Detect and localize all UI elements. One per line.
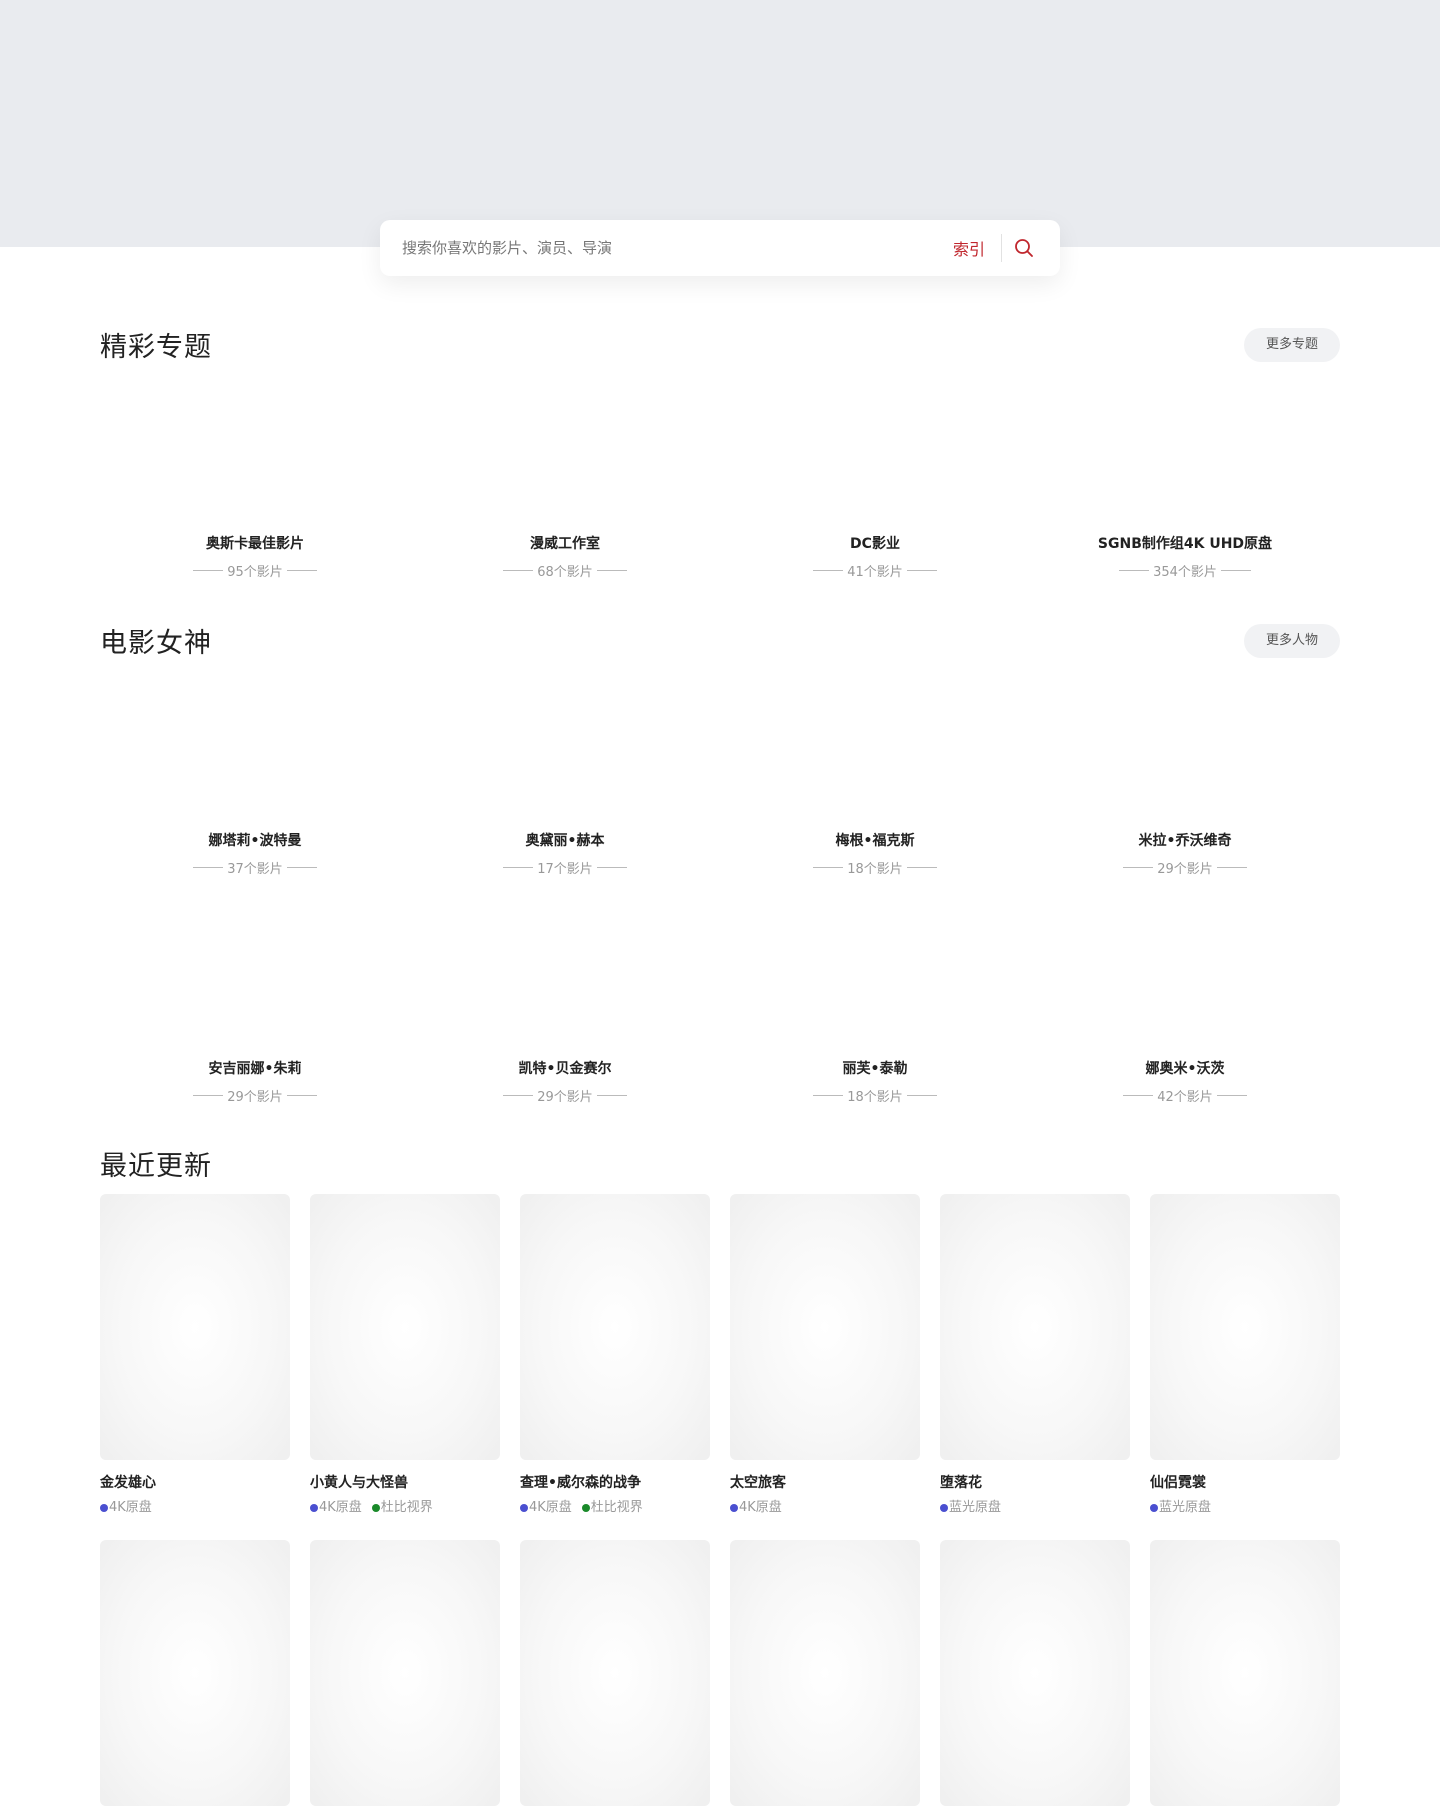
hero-banner [0,0,1440,247]
topic-card[interactable]: DC影业 41个影片 [720,535,1030,580]
person-count: 29个影片 [410,1086,720,1105]
movie-tags: 4K原盘 杜比视界 [520,1500,710,1516]
more-people-button[interactable]: 更多人物 [1244,623,1340,658]
more-topics-button[interactable]: 更多专题 [1244,327,1340,362]
movie-poster[interactable] [100,1540,290,1806]
topic-name: DC影业 [850,536,900,552]
movie-tag: 蓝光原盘 [940,1500,1001,1516]
movie-tag: 4K原盘 [100,1500,152,1516]
movie-poster[interactable] [1150,1194,1340,1460]
movie-card[interactable]: 查理•威尔森的战争 4K原盘 杜比视界 [520,1194,710,1516]
person-count: 37个影片 [100,858,410,877]
movie-poster[interactable] [520,1540,710,1806]
recent-title: 最近更新 [100,1151,212,1182]
person-name: 丽芙•泰勒 [842,1061,908,1077]
topics-grid: 奥斯卡最佳影片 95个影片 漫威工作室 68个影片 DC影业 41个影片 SGN… [100,535,1340,580]
person-name: 梅根•福克斯 [835,833,915,849]
movie-tags: 4K原盘 [100,1500,290,1516]
movie-card[interactable]: 小黄人与大怪兽 4K原盘 杜比视界 [310,1194,500,1516]
person-name: 娜奥米•沃茨 [1145,1061,1225,1077]
movie-tag: 4K原盘 [520,1500,572,1516]
movie-tags: 4K原盘 杜比视界 [310,1500,500,1516]
movie-card[interactable]: 太空旅客 4K原盘 [730,1194,920,1516]
topic-name: 漫威工作室 [530,536,600,552]
person-card[interactable]: 奥黛丽•赫本 17个影片 [410,832,720,877]
topic-name: SGNB制作组4K UHD原盘 [1097,536,1273,552]
movie-tag: 杜比视界 [371,1500,433,1516]
movie-tag: 蓝光原盘 [1150,1500,1211,1516]
movie-poster[interactable] [310,1540,500,1806]
movie-title[interactable]: 金发雄心 [100,1474,290,1492]
movie-poster[interactable] [730,1540,920,1806]
person-count: 18个影片 [720,1086,1030,1105]
recent-grid-row2 [100,1540,1340,1806]
movie-tags: 蓝光原盘 [940,1500,1130,1516]
person-count: 17个影片 [410,858,720,877]
movie-title[interactable]: 太空旅客 [730,1474,920,1492]
topic-card[interactable]: 漫威工作室 68个影片 [410,535,720,580]
topics-title: 精彩专题 [100,332,212,363]
movie-card[interactable]: 金发雄心 4K原盘 [100,1194,290,1516]
index-link[interactable]: 索引 [941,236,1001,260]
goddess-title: 电影女神 [100,628,212,659]
movie-poster[interactable] [1150,1540,1340,1806]
movie-card[interactable]: 仙侣霓裳 蓝光原盘 [1150,1194,1340,1516]
movie-title[interactable]: 堕落花 [940,1474,1130,1492]
goddess-grid-row1: 娜塔莉•波特曼 37个影片 奥黛丽•赫本 17个影片 梅根•福克斯 18个影片 … [100,832,1340,877]
recent-header: 最近更新 [100,1144,1340,1183]
person-name: 奥黛丽•赫本 [525,833,605,849]
topic-card[interactable]: 奥斯卡最佳影片 95个影片 [100,535,410,580]
person-card[interactable]: 娜塔莉•波特曼 37个影片 [100,832,410,877]
topic-card[interactable]: SGNB制作组4K UHD原盘 354个影片 [1030,535,1340,580]
person-name: 米拉•乔沃维奇 [1138,833,1232,849]
person-name: 娜塔莉•波特曼 [208,833,302,849]
movie-tags: 4K原盘 [730,1500,920,1516]
search-icon[interactable] [1006,230,1042,266]
movie-tag: 杜比视界 [581,1500,643,1516]
search-bar: 索引 [380,220,1060,276]
movie-tag: 4K原盘 [730,1500,782,1516]
person-card[interactable]: 梅根•福克斯 18个影片 [720,832,1030,877]
movie-poster[interactable] [730,1194,920,1460]
movie-title[interactable]: 小黄人与大怪兽 [310,1474,500,1492]
person-card[interactable]: 凯特•贝金赛尔 29个影片 [410,1060,720,1105]
search-divider [1001,234,1002,262]
topic-count: 41个影片 [720,561,1030,580]
goddess-header: 电影女神 更多人物 [100,621,1340,660]
person-count: 18个影片 [720,858,1030,877]
topic-count: 68个影片 [410,561,720,580]
person-card[interactable]: 丽芙•泰勒 18个影片 [720,1060,1030,1105]
movie-poster[interactable] [310,1194,500,1460]
topics-header: 精彩专题 更多专题 [100,325,1340,364]
movie-poster[interactable] [520,1194,710,1460]
movie-card[interactable]: 堕落花 蓝光原盘 [940,1194,1130,1516]
goddess-grid-row2: 安吉丽娜•朱莉 29个影片 凯特•贝金赛尔 29个影片 丽芙•泰勒 18个影片 … [100,1060,1340,1105]
topic-name: 奥斯卡最佳影片 [206,536,304,552]
movie-title[interactable]: 仙侣霓裳 [1150,1474,1340,1492]
person-card[interactable]: 米拉•乔沃维奇 29个影片 [1030,832,1340,877]
person-count: 29个影片 [100,1086,410,1105]
person-card[interactable]: 娜奥米•沃茨 42个影片 [1030,1060,1340,1105]
movie-poster[interactable] [940,1540,1130,1806]
search-input[interactable] [400,227,941,269]
topic-count: 354个影片 [1030,561,1340,580]
movie-tag: 4K原盘 [310,1500,362,1516]
person-name: 凯特•贝金赛尔 [518,1061,612,1077]
person-count: 29个影片 [1030,858,1340,877]
person-card[interactable]: 安吉丽娜•朱莉 29个影片 [100,1060,410,1105]
topic-count: 95个影片 [100,561,410,580]
movie-title[interactable]: 查理•威尔森的战争 [520,1474,710,1492]
recent-grid: 金发雄心 4K原盘 小黄人与大怪兽 4K原盘 杜比视界 查理•威尔森的战争 4K… [100,1194,1340,1516]
person-count: 42个影片 [1030,1086,1340,1105]
person-name: 安吉丽娜•朱莉 [208,1061,302,1077]
movie-poster[interactable] [940,1194,1130,1460]
movie-tags: 蓝光原盘 [1150,1500,1340,1516]
movie-poster[interactable] [100,1194,290,1460]
